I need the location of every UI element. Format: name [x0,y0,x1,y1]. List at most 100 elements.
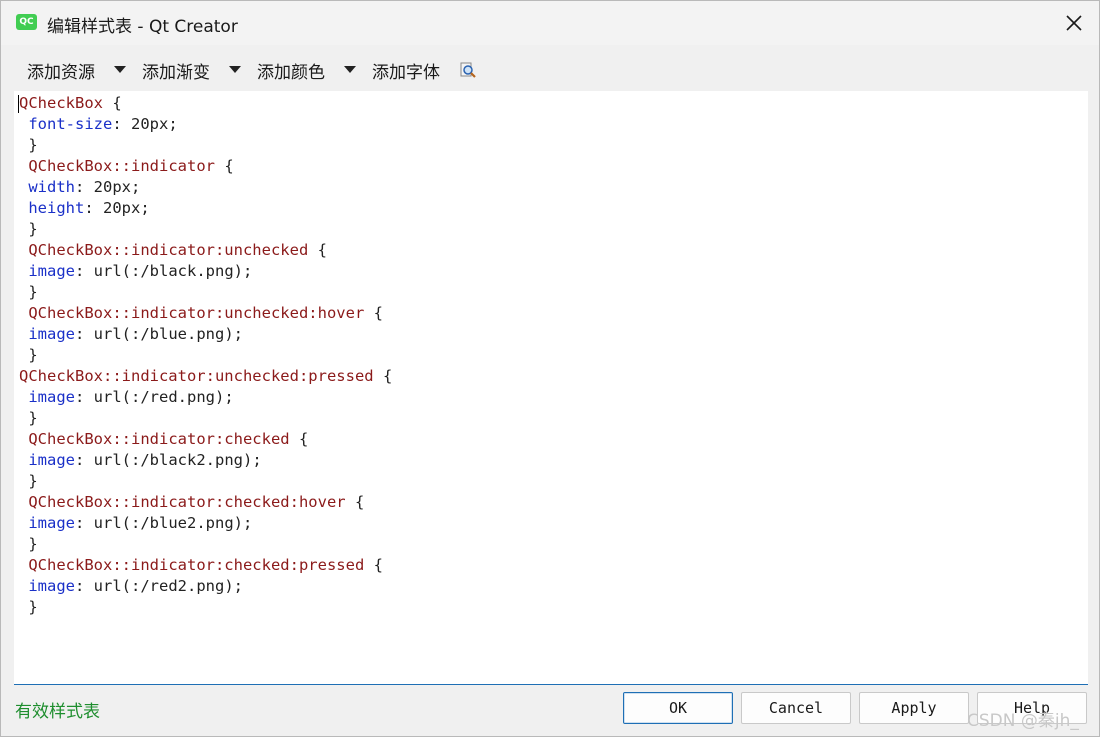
add-gradient-button[interactable]: 添加渐变 [142,58,210,83]
title-bar: QC 编辑样式表 - Qt Creator [1,1,1099,45]
code-property: image [28,514,76,532]
code-text-span [19,178,28,196]
code-line: QCheckBox::indicator:checked:pressed { [19,555,392,576]
code-text-span [19,451,28,469]
code-text-span: : url(:/red.png); [75,388,234,406]
code-text-span: { [214,157,234,175]
code-text-span: } [19,409,38,427]
code-text-span: { [308,241,327,259]
code-selector: QCheckBox::indicator:unchecked:pressed [19,367,374,385]
code-property: font-size [28,115,113,133]
code-line: } [19,597,392,618]
add-color-button[interactable]: 添加颜色 [257,58,325,83]
code-text-span: } [19,220,38,238]
button-bar: 有效样式表 OK Cancel Apply Help CSDN @秦jh_ [1,686,1099,736]
code-line: } [19,345,392,366]
code-line: QCheckBox::indicator:unchecked { [19,240,392,261]
code-text-span: { [373,367,393,385]
code-line: } [19,219,392,240]
code-line: QCheckBox::indicator { [19,156,392,177]
qt-creator-icon: QC [16,14,37,30]
code-text-span: : url(:/blue.png); [75,325,243,343]
code-line: image: url(:/blue2.png); [19,513,392,534]
code-text-span: { [289,430,309,448]
code-line: } [19,471,392,492]
code-text-span [19,157,28,175]
code-text-span: } [19,472,38,490]
code-text-span [19,388,28,406]
add-color-dropdown-icon[interactable] [344,66,356,73]
code-text-span: } [19,283,38,301]
code-selector: QCheckBox::indicator:checked:pressed [28,556,365,574]
watermark: CSDN @秦jh_ [967,711,1079,731]
code-text-span [19,556,28,574]
code-line: QCheckBox::indicator:unchecked:hover { [19,303,392,324]
code-text-span: } [19,136,38,154]
code-line: } [19,282,392,303]
code-selector: QCheckBox [19,94,103,112]
close-button[interactable] [1051,3,1097,43]
code-line: image: url(:/black2.png); [19,450,392,471]
code-text-span: { [364,556,383,574]
code-selector: QCheckBox::indicator:unchecked:hover [28,304,365,322]
code-selector: QCheckBox::indicator [28,157,215,175]
ok-button[interactable]: OK [623,692,733,724]
code-text-span: } [19,598,38,616]
code-property: image [28,262,76,280]
stylesheet-editor-dialog: QC 编辑样式表 - Qt Creator 添加资源 添加渐变 添加颜色 添加字… [0,0,1100,737]
code-text-span: { [345,493,365,511]
valid-stylesheet-label: 有效样式表 [15,702,100,722]
code-line: QCheckBox::indicator:unchecked:pressed { [19,366,392,387]
code-text-span: { [103,94,122,112]
code-text-span: { [364,304,383,322]
code-text-span [19,493,28,511]
code-text-span [19,115,28,133]
code-line: height: 20px; [19,198,392,219]
code-text-span [19,304,28,322]
code-line: QCheckBox::indicator:checked { [19,429,392,450]
code-text-span [19,577,28,595]
window-title: 编辑样式表 - Qt Creator [47,17,238,37]
close-icon [1066,15,1082,31]
code-selector: QCheckBox::indicator:checked:hover [28,493,346,511]
code-line: image: url(:/blue.png); [19,324,392,345]
add-font-button[interactable]: 添加字体 [372,58,440,83]
code-text-span: : url(:/blue2.png); [75,514,253,532]
code-text-span [19,241,28,259]
code-line: QCheckBox { [19,93,392,114]
add-resource-dropdown-icon[interactable] [114,66,126,73]
code-property: width [28,178,76,196]
apply-button[interactable]: Apply [859,692,969,724]
code-line: } [19,135,392,156]
code-text-span: } [19,346,38,364]
code-text-span [19,430,28,448]
add-gradient-dropdown-icon[interactable] [229,66,241,73]
code-property: height [28,199,85,217]
code-property: image [28,577,76,595]
code-text-span: : url(:/black2.png); [75,451,262,469]
cancel-button[interactable]: Cancel [741,692,851,724]
code-text-span [19,325,28,343]
code-property: image [28,451,76,469]
code-line: QCheckBox::indicator:checked:hover { [19,492,392,513]
code-line: width: 20px; [19,177,392,198]
code-line: } [19,534,392,555]
code-property: image [28,325,76,343]
code-text-span: } [19,535,38,553]
code-text-span: : 20px; [112,115,178,133]
stylesheet-editor[interactable]: QCheckBox { font-size: 20px; } QCheckBox… [14,91,1088,685]
font-search-icon[interactable] [459,61,477,79]
toolbar: 添加资源 添加渐变 添加颜色 添加字体 [1,45,1099,91]
code-text-span: : url(:/red2.png); [75,577,243,595]
code-text-span: : 20px; [75,178,141,196]
code-line: image: url(:/red.png); [19,387,392,408]
add-resource-button[interactable]: 添加资源 [27,58,95,83]
code-text-span [19,262,28,280]
code-line: font-size: 20px; [19,114,392,135]
code-property: image [28,388,76,406]
code-line: image: url(:/red2.png); [19,576,392,597]
code-line: } [19,408,392,429]
code-line: image: url(:/black.png); [19,261,392,282]
code-text-span: : url(:/black.png); [75,262,253,280]
code-selector: QCheckBox::indicator:unchecked [28,241,309,259]
